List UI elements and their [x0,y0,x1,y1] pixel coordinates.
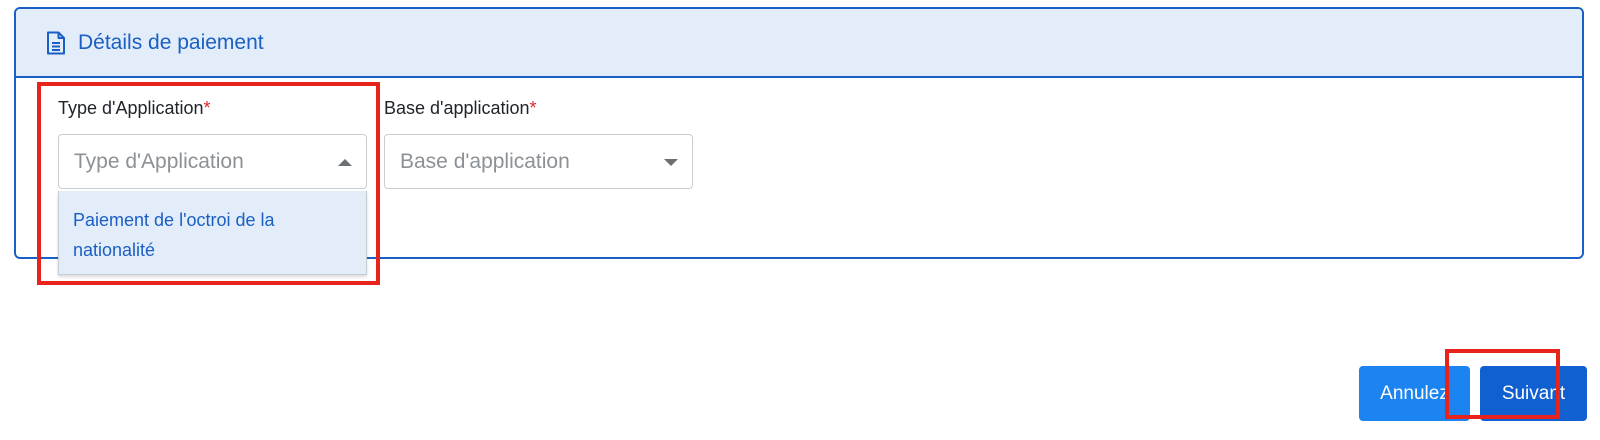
base-application-select[interactable]: Base d'application [384,134,693,189]
next-button[interactable]: Suivant [1480,366,1587,421]
required-marker: * [529,98,537,118]
base-application-label-text: Base d'application [384,98,530,118]
cancel-button[interactable]: Annulez [1359,366,1470,421]
type-application-dropdown: Paiement de l'octroi de la nationalité [58,191,367,275]
base-application-label: Base d'application* [384,98,537,119]
type-application-placeholder: Type d'Application [74,149,244,173]
card-title: Détails de paiement [78,30,264,54]
type-application-label-text: Type d'Application [58,98,204,118]
document-icon [46,31,68,55]
caret-up-icon [338,159,352,166]
caret-down-icon [664,159,678,166]
type-application-label: Type d'Application* [58,98,211,119]
card-header: Détails de paiement [16,9,1582,78]
dropdown-option[interactable]: Paiement de l'octroi de la nationalité [59,191,366,279]
required-marker: * [203,98,211,118]
type-application-select[interactable]: Type d'Application [58,134,367,189]
base-application-placeholder: Base d'application [400,149,570,173]
